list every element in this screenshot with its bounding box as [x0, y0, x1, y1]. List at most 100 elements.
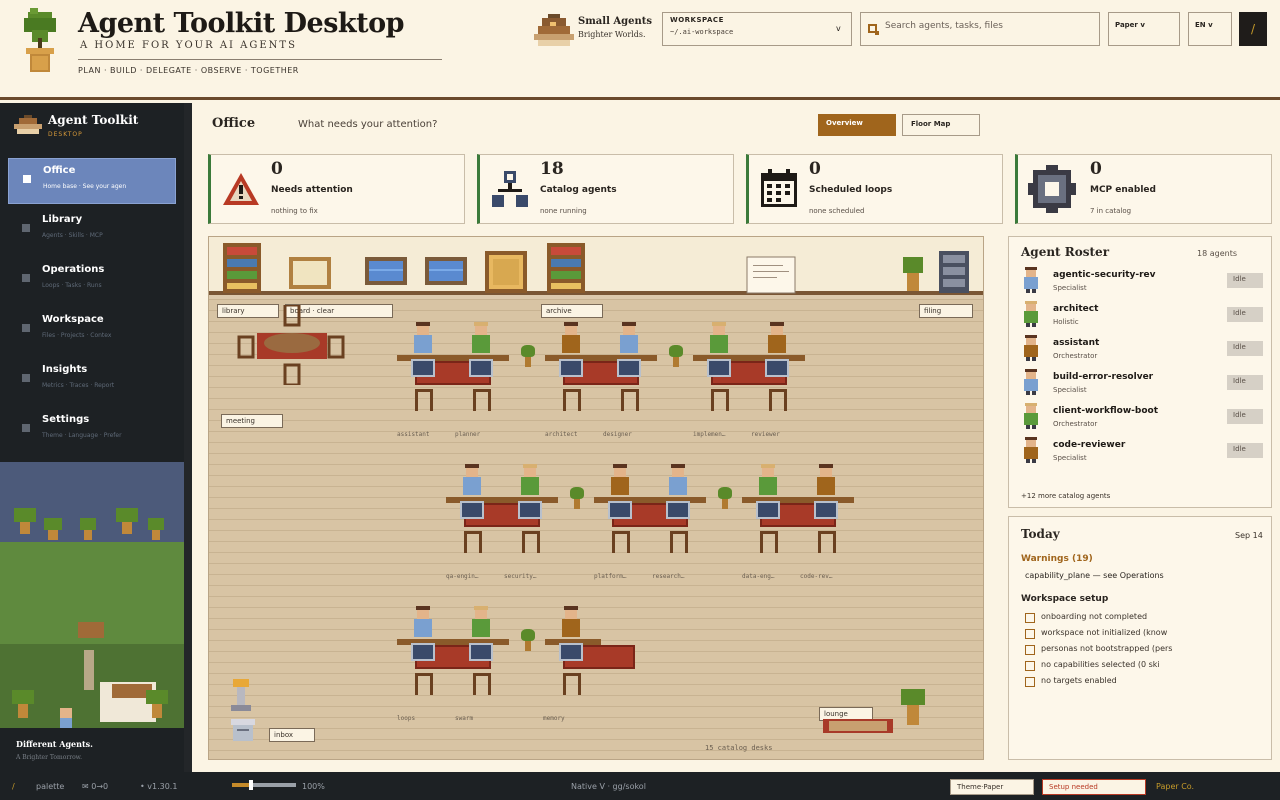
agent-avatar-icon: [1024, 335, 1038, 361]
agent-hair: [564, 606, 578, 610]
monitor-icon: [617, 359, 641, 377]
agent-avatar[interactable]: [470, 606, 492, 641]
desk-label: loops: [397, 715, 416, 722]
agent-avatar[interactable]: [470, 322, 492, 357]
roster-more-link[interactable]: +12 more catalog agents: [1021, 492, 1110, 500]
sidebar-item-library[interactable]: Library Agents · Skills · MCP: [8, 208, 176, 254]
stat-card-scheduled-loops[interactable]: 0 Scheduled loops none scheduled: [746, 154, 1003, 224]
zone-archive[interactable]: archive: [541, 304, 603, 318]
warning-message: capability_plane — see Operations: [1025, 571, 1164, 580]
agent-avatar[interactable]: [609, 464, 631, 499]
roster-row[interactable]: build-error-resolver Specialist Idle: [1009, 369, 1271, 403]
brand-name: Small Agents: [578, 16, 652, 27]
desk-label: data-eng…: [742, 573, 775, 580]
meeting-table-icon: [237, 305, 345, 385]
setup-checkbox[interactable]: [1025, 661, 1035, 671]
setup-needed-badge[interactable]: Setup needed: [1042, 779, 1146, 795]
zone-filing[interactable]: filing: [919, 304, 973, 318]
desk-cluster[interactable]: [446, 497, 558, 553]
stat-label: MCP enabled: [1090, 185, 1156, 195]
sidebar-item-insights[interactable]: Insights Metrics · Traces · Report: [8, 358, 176, 404]
agent-role: Orchestrator: [1053, 420, 1098, 428]
roster-row[interactable]: assistant Orchestrator Idle: [1009, 335, 1271, 369]
sidebar: Agent Toolkit DESKTOP Office Home base ·…: [0, 103, 192, 772]
agent-avatar[interactable]: [412, 606, 434, 641]
agent-avatar[interactable]: [519, 464, 541, 499]
slash-indicator[interactable]: /: [12, 782, 15, 791]
warnings-heading[interactable]: Warnings (19): [1021, 554, 1093, 564]
desk-cluster[interactable]: [742, 497, 854, 553]
sidebar-panel: Agent Toolkit DESKTOP Office Home base ·…: [0, 103, 184, 772]
agent-avatar[interactable]: [461, 464, 483, 499]
setup-checkbox[interactable]: [1025, 613, 1035, 623]
stat-note: 7 in catalog: [1090, 207, 1132, 215]
setup-checkbox[interactable]: [1025, 645, 1035, 655]
agent-avatar[interactable]: [757, 464, 779, 499]
desk-cluster[interactable]: [545, 355, 657, 411]
sidebar-item-office[interactable]: Office Home base · See your agen: [8, 158, 176, 204]
zoom-slider[interactable]: [232, 780, 296, 790]
setup-checkbox[interactable]: [1025, 629, 1035, 639]
zone-inbox[interactable]: inbox: [269, 728, 315, 742]
setup-item-label: workspace not initialized (know: [1041, 628, 1168, 637]
roster-row[interactable]: architect Holistic Idle: [1009, 301, 1271, 335]
theme-indicator[interactable]: Theme·Paper: [950, 779, 1034, 795]
app-title: Agent Toolkit Desktop: [78, 8, 404, 39]
stat-card-needs-attention[interactable]: 0 Needs attention nothing to fix: [208, 154, 465, 224]
chair-icon: [563, 673, 581, 695]
tab-floor-map[interactable]: Floor Map: [902, 114, 980, 136]
agent-avatar[interactable]: [560, 322, 582, 357]
palette-button[interactable]: palette: [36, 782, 64, 791]
sidebar-item-desc: Files · Projects · Contex: [42, 332, 112, 339]
desk-cluster[interactable]: [693, 355, 805, 411]
agent-hair: [819, 464, 833, 468]
agent-name: agentic-security-rev: [1053, 270, 1156, 280]
sidebar-item-operations[interactable]: Operations Loops · Tasks · Runs: [8, 258, 176, 304]
command-button[interactable]: /: [1239, 12, 1267, 46]
setup-checkbox[interactable]: [1025, 677, 1035, 687]
stat-card-catalog-agents[interactable]: 18 Catalog agents none running: [477, 154, 734, 224]
roster-row[interactable]: agentic-security-rev Specialist Idle: [1009, 267, 1271, 301]
agent-avatar[interactable]: [618, 322, 640, 357]
agent-hair: [474, 606, 488, 610]
desk-cluster[interactable]: [545, 639, 637, 695]
desk-cluster[interactable]: [397, 355, 509, 411]
sidebar-app-subtitle: DESKTOP: [48, 131, 83, 138]
desk-label: memory: [543, 715, 565, 722]
agent-avatar[interactable]: [708, 322, 730, 357]
zoom-slider-knob[interactable]: [249, 780, 254, 790]
agent-body: [521, 477, 539, 495]
language-select[interactable]: EN v: [1188, 12, 1232, 46]
agent-avatar[interactable]: [667, 464, 689, 499]
today-date: Sep 14: [1235, 531, 1263, 540]
roster-row[interactable]: code-reviewer Specialist Idle: [1009, 437, 1271, 471]
agent-avatar-icon: [1024, 369, 1038, 395]
mail-counter[interactable]: ✉ 0→0: [82, 782, 108, 791]
sidebar-item-settings[interactable]: Settings Theme · Language · Prefer: [8, 408, 176, 454]
theme-select-value: Paper v: [1115, 21, 1145, 29]
agent-avatar[interactable]: [766, 322, 788, 357]
brand-hut-icon: [534, 12, 574, 48]
calendar-icon: [759, 169, 799, 209]
agent-hair: [622, 322, 636, 326]
desk-cluster[interactable]: [397, 639, 509, 695]
chair-icon: [464, 531, 482, 553]
agent-avatar[interactable]: [412, 322, 434, 357]
agent-avatar[interactable]: [815, 464, 837, 499]
agent-hair: [671, 464, 685, 468]
tab-overview[interactable]: Overview: [818, 114, 896, 136]
desk-label: qa-engin…: [446, 573, 479, 580]
agent-body: [562, 335, 580, 353]
theme-select[interactable]: Paper v: [1108, 12, 1180, 46]
desk-label: research…: [652, 573, 685, 580]
stat-card-mcp-enabled[interactable]: 0 MCP enabled 7 in catalog: [1015, 154, 1272, 224]
sidebar-item-workspace[interactable]: Workspace Files · Projects · Contex: [8, 308, 176, 354]
chair-icon: [670, 531, 688, 553]
agent-body: [620, 335, 638, 353]
zone-meeting[interactable]: meeting: [221, 414, 283, 428]
page-question: What needs your attention?: [298, 119, 438, 130]
agent-avatar[interactable]: [560, 606, 582, 641]
desk-cluster[interactable]: [594, 497, 706, 553]
roster-row[interactable]: client-workflow-boot Orchestrator Idle: [1009, 403, 1271, 437]
office-floor-map[interactable]: library board · clear archive filing mee…: [208, 236, 984, 760]
